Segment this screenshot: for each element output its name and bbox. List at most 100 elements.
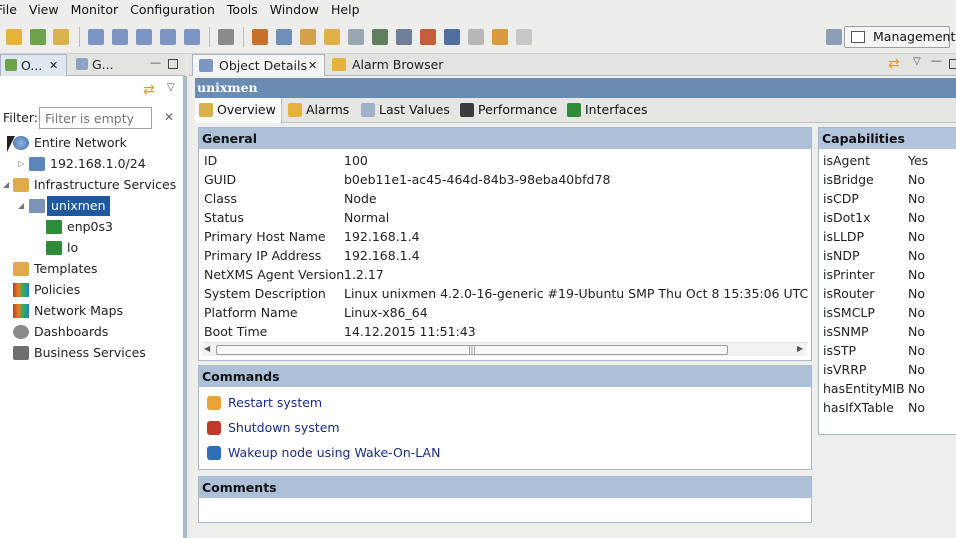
capability-key: isSNMP [823, 324, 869, 339]
command-label: Shutdown system [228, 420, 340, 435]
graphs-icon [76, 58, 88, 70]
package-icon[interactable] [300, 29, 316, 45]
capability-key: hasEntityMIB [823, 381, 905, 396]
tab-last-values[interactable]: Last Values [357, 98, 455, 123]
capability-value: No [908, 248, 925, 263]
filter-row: Filter: ✕ [0, 106, 185, 130]
performance-icon [460, 103, 474, 117]
minimize-icon[interactable]: — [931, 54, 942, 67]
report-2-icon[interactable] [112, 29, 128, 45]
report-5-icon[interactable] [184, 29, 200, 45]
scroll-left-icon[interactable]: ◀ [204, 344, 210, 353]
last-values-icon [361, 103, 375, 117]
console-icon[interactable] [218, 29, 234, 45]
mouse-cursor-icon [7, 136, 15, 152]
alarm-icon [332, 58, 346, 71]
close-icon[interactable]: ✕ [308, 55, 317, 76]
window-icon[interactable] [468, 29, 484, 45]
general-key: Platform Name [204, 305, 298, 320]
sync-icon[interactable]: ⇄ [143, 82, 159, 98]
topology-toolbar-icon[interactable] [30, 29, 46, 45]
tab-alarms[interactable]: Alarms [284, 98, 356, 123]
tree-label: unixmen [47, 196, 110, 216]
tab-object-details[interactable]: Object Details ✕ [192, 54, 325, 76]
script-icon[interactable] [516, 29, 532, 45]
menu-monitor[interactable]: Monitor [65, 0, 125, 20]
menu-tools[interactable]: Tools [221, 0, 264, 20]
capabilities-panel-header: Capabilities [819, 128, 956, 149]
shutdown-icon [207, 421, 221, 435]
tab-last-values-label: Last Values [379, 102, 450, 117]
grid-icon[interactable] [252, 29, 268, 45]
scroll-right-icon[interactable]: ▶ [797, 344, 803, 353]
scrollbar-thumb[interactable]: ||| [216, 345, 728, 355]
menu-file[interactable]: File [0, 0, 23, 20]
menu-bar: File View Monitor Configuration Tools Wi… [0, 0, 956, 20]
comments-panel-header: Comments [199, 477, 811, 498]
interface-icon [46, 241, 62, 255]
management-perspective-button[interactable]: Management [844, 26, 955, 48]
tree-label: 192.168.1.0/24 [50, 156, 146, 171]
copy-icon[interactable] [348, 29, 364, 45]
network-maps-icon [13, 304, 29, 318]
server-icon[interactable] [444, 29, 460, 45]
overview-icon [199, 103, 213, 117]
left-panel-border [183, 76, 187, 538]
tools-icon[interactable] [492, 29, 508, 45]
restart-system-command[interactable]: Restart system [207, 393, 322, 413]
general-value: 14.12.2015 11:51:43 [344, 324, 476, 339]
general-key: ID [204, 153, 218, 168]
tab-performance-label: Performance [478, 102, 558, 117]
wakeup-node-command[interactable]: Wakeup node using Wake-On-LAN [207, 443, 440, 463]
tree-label: Business Services [34, 345, 146, 360]
event-icon[interactable] [324, 29, 340, 45]
folder-toolbar-icon[interactable] [53, 29, 69, 45]
sync-icon[interactable]: ⇄ [888, 56, 900, 72]
search-node-icon[interactable] [276, 29, 292, 45]
alarms-icon [288, 103, 302, 117]
tab-interfaces-label: Interfaces [585, 102, 648, 117]
tab-overview[interactable]: Overview [195, 98, 282, 123]
menu-window[interactable]: Window [264, 0, 325, 20]
comments-panel: Comments [198, 476, 812, 523]
tab-objects-label: O... [21, 58, 43, 73]
expand-icon[interactable]: ▷ [18, 154, 24, 174]
alarm-toolbar-icon[interactable] [6, 29, 22, 45]
collapse-icon[interactable]: ◢ [18, 196, 24, 216]
capability-value: No [908, 362, 925, 377]
tab-objects[interactable]: O... ✕ [0, 54, 67, 76]
view-menu-icon[interactable]: ▽ [167, 82, 175, 93]
capability-value: No [908, 343, 925, 358]
settings-icon[interactable] [396, 29, 412, 45]
capability-key: hasIfXTable [823, 400, 894, 415]
open-perspective-icon[interactable] [826, 29, 842, 45]
node-icon [29, 199, 45, 213]
policies-icon [13, 283, 29, 297]
shutdown-system-command[interactable]: Shutdown system [207, 418, 340, 438]
minimize-icon[interactable]: — [150, 56, 161, 69]
menu-help[interactable]: Help [325, 0, 366, 20]
tab-object-details-label: Object Details [219, 58, 308, 73]
report-3-icon[interactable] [136, 29, 152, 45]
general-horizontal-scrollbar[interactable]: ◀ ||| ▶ [202, 342, 807, 356]
report-4-icon[interactable] [160, 29, 176, 45]
tab-performance[interactable]: Performance [456, 98, 562, 123]
close-icon[interactable]: ✕ [49, 55, 58, 76]
maximize-icon[interactable] [949, 59, 956, 69]
tab-interfaces[interactable]: Interfaces [563, 98, 653, 123]
tab-alarm-browser[interactable]: Alarm Browser [326, 54, 464, 76]
maximize-icon[interactable] [168, 59, 178, 69]
menu-view[interactable]: View [23, 0, 65, 20]
clear-filter-icon[interactable]: ✕ [164, 110, 174, 124]
collapse-icon[interactable]: ◢ [3, 175, 9, 195]
report-1-icon[interactable] [88, 29, 104, 45]
view-menu-icon[interactable]: ▽ [913, 56, 921, 67]
menu-configuration[interactable]: Configuration [124, 0, 221, 20]
capability-key: isSMCLP [823, 305, 875, 320]
capability-key: isDot1x [823, 210, 871, 225]
action-icon[interactable] [420, 29, 436, 45]
main-toolbar: Management [0, 20, 956, 54]
filter-input[interactable] [39, 107, 152, 129]
graph-icon[interactable] [372, 29, 388, 45]
tab-graphs[interactable]: G... [72, 54, 132, 76]
